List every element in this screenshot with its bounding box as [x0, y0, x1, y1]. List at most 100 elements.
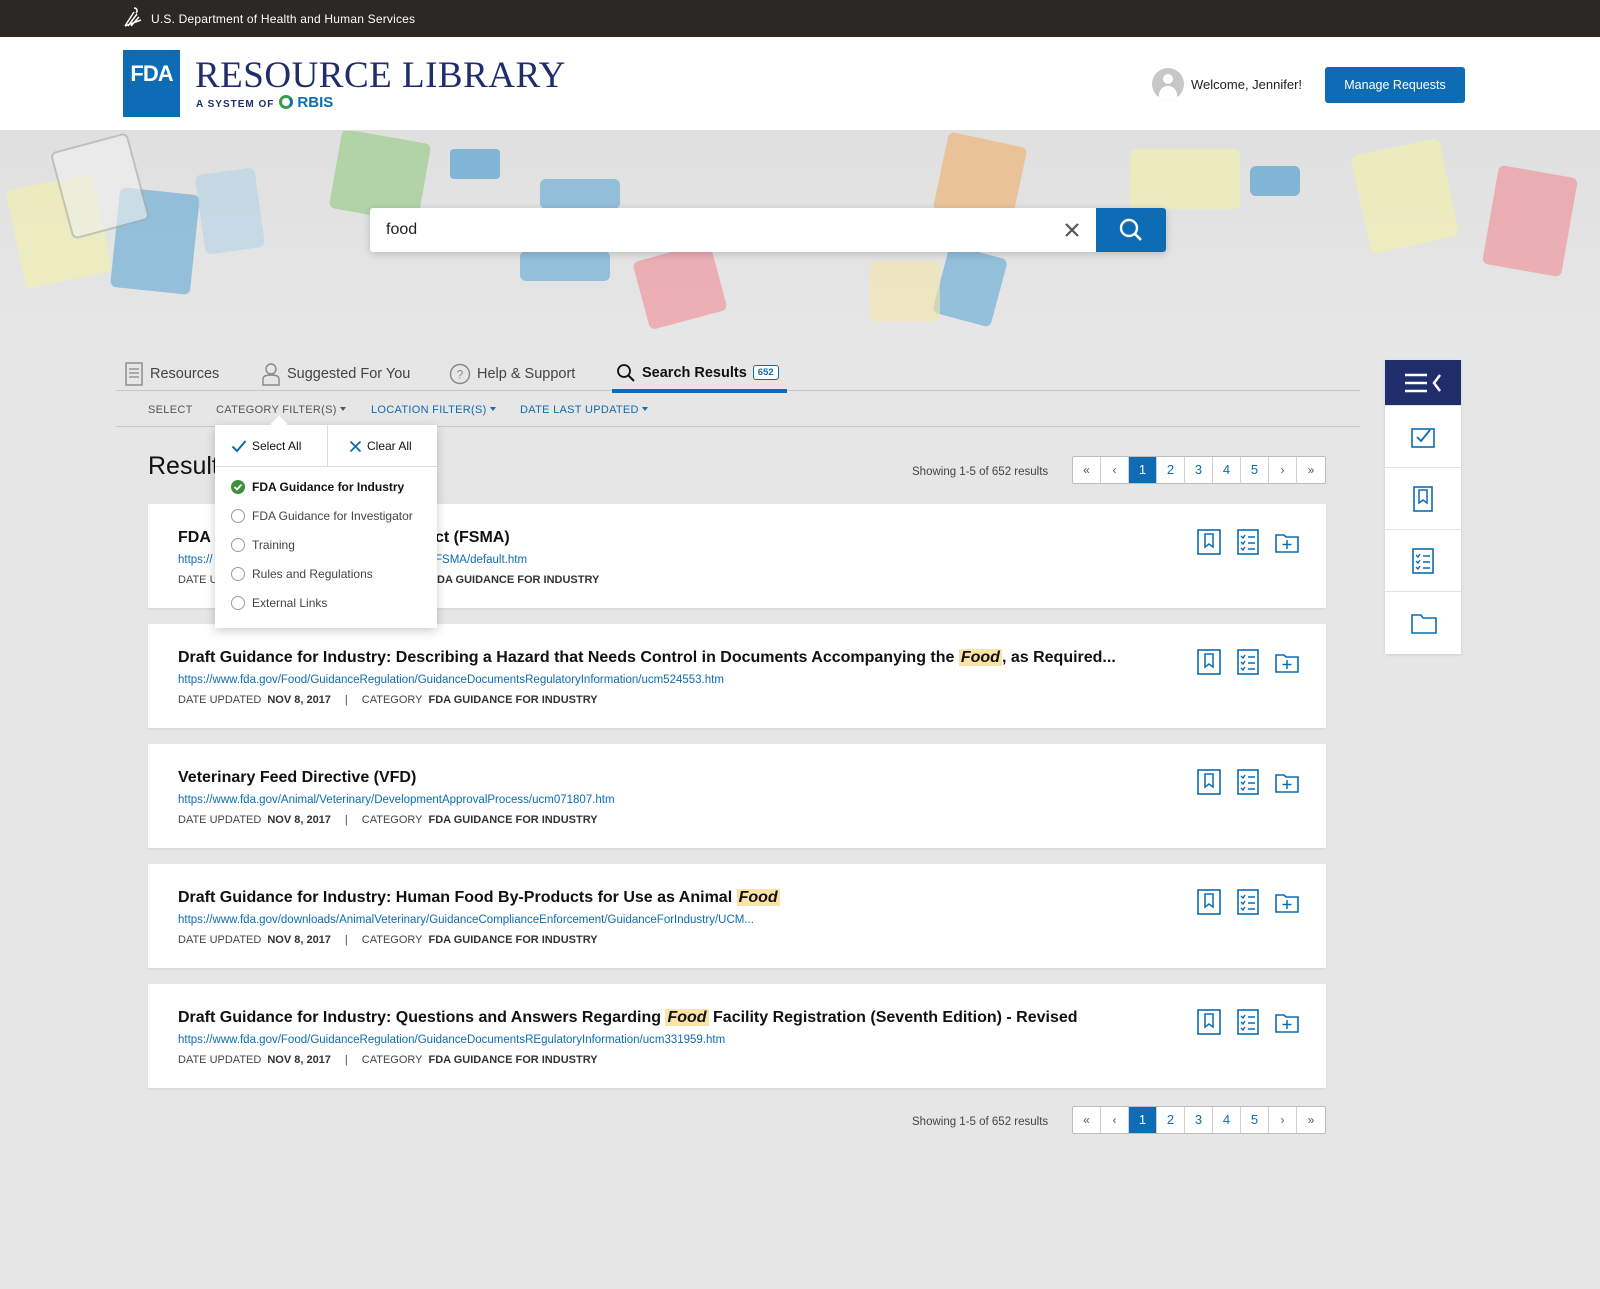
category-option-fda-guidance-investigator[interactable]: FDA Guidance for Investigator	[231, 509, 413, 523]
result-category: DA GUIDANCE FOR INDUSTRY	[437, 574, 600, 586]
option-label: External Links	[252, 596, 328, 610]
option-label: Rules and Regulations	[252, 567, 373, 581]
result-title[interactable]: FDA	[178, 529, 211, 547]
clear-search-icon[interactable]	[1060, 218, 1084, 242]
next-page-button[interactable]: ›	[1269, 457, 1297, 483]
side-checklist-doc-button[interactable]	[1385, 529, 1461, 591]
prev-page-button[interactable]: ‹	[1101, 1107, 1129, 1133]
checklist-icon[interactable]	[1235, 888, 1261, 916]
page-button[interactable]: 4	[1213, 457, 1241, 483]
result-title[interactable]: Veterinary Feed Directive (VFD)	[178, 769, 416, 787]
next-page-button[interactable]: ›	[1269, 1107, 1297, 1133]
category-option-external-links[interactable]: External Links	[231, 596, 327, 610]
result-actions	[1196, 888, 1313, 916]
bookmark-icon[interactable]	[1196, 768, 1222, 796]
tab-search-results[interactable]: Search Results 652	[612, 356, 787, 393]
clear-all-button[interactable]: Clear All	[349, 439, 412, 453]
last-page-button[interactable]: »	[1297, 457, 1325, 483]
checklist-icon[interactable]	[1235, 768, 1261, 796]
gov-bar-text: U.S. Department of Health and Human Serv…	[151, 12, 416, 26]
prev-page-button[interactable]: ‹	[1101, 457, 1129, 483]
tab-suggested-for-you[interactable]: Suggested For You	[261, 356, 410, 391]
user-icon	[262, 362, 280, 386]
result-url[interactable]: https://www.fda.gov/Food/GuidanceRegulat…	[178, 1034, 725, 1046]
result-title[interactable]: Draft Guidance for Industry: Human Food …	[178, 889, 780, 907]
search-button[interactable]	[1096, 208, 1166, 252]
decorative-video-icon	[1250, 166, 1300, 196]
page-button[interactable]: 4	[1213, 1107, 1241, 1133]
category-option-training[interactable]: Training	[231, 538, 295, 552]
result-card: Veterinary Feed Directive (VFD) https://…	[148, 744, 1326, 848]
fda-logo[interactable]: FDA	[123, 50, 180, 117]
result-title[interactable]: Draft Guidance for Industry: Describing …	[178, 649, 1116, 667]
add-to-folder-icon[interactable]	[1274, 1008, 1300, 1036]
add-to-folder-icon[interactable]	[1274, 648, 1300, 676]
result-url[interactable]: https://www.fda.gov/Food/GuidanceRegulat…	[178, 674, 724, 686]
page-button[interactable]: 2	[1157, 457, 1185, 483]
result-title[interactable]: Draft Guidance for Industry: Questions a…	[178, 1009, 1078, 1027]
first-page-button[interactable]: «	[1073, 1107, 1101, 1133]
checkbox-icon	[231, 538, 245, 552]
welcome-text: Welcome, Jennifer!	[1191, 77, 1303, 92]
location-filter-toggle[interactable]: LOCATION FILTER(S)	[371, 404, 496, 416]
checkbox-icon	[231, 509, 245, 523]
tab-label: Suggested For You	[287, 365, 411, 382]
decorative-folder-icon	[870, 261, 940, 321]
tab-resources[interactable]: Resources	[124, 356, 219, 391]
category-filter-toggle[interactable]: CATEGORY FILTER(S)	[216, 404, 346, 416]
search-input[interactable]	[386, 208, 1026, 252]
side-toolbar	[1385, 360, 1461, 654]
side-bookmark-button[interactable]	[1385, 467, 1461, 529]
date-filter-toggle[interactable]: DATE LAST UPDATED	[520, 404, 648, 416]
add-to-folder-icon[interactable]	[1274, 528, 1300, 556]
result-actions	[1196, 528, 1313, 556]
help-icon: ?	[449, 363, 471, 384]
search-icon	[1119, 218, 1142, 241]
site-title[interactable]: RESOURCE LIBRARY	[195, 54, 566, 97]
option-label: FDA Guidance for Industry	[252, 480, 405, 494]
result-url[interactable]: https://www.fda.gov/downloads/AnimalVete…	[178, 914, 754, 926]
side-checklist-button[interactable]	[1385, 405, 1461, 467]
add-to-folder-icon[interactable]	[1274, 888, 1300, 916]
page-button[interactable]: 5	[1241, 1107, 1269, 1133]
folder-icon	[1411, 614, 1437, 634]
select-all-button[interactable]: Select All	[231, 439, 301, 453]
tab-label: Resources	[150, 365, 220, 382]
checklist-icon[interactable]	[1235, 1008, 1261, 1036]
select-filter[interactable]: SELECT	[148, 404, 193, 416]
result-title[interactable]: ct (FSMA)	[435, 529, 510, 547]
page-button[interactable]: 3	[1185, 457, 1213, 483]
dropdown-header: Select All Clear All	[215, 425, 437, 467]
tab-help-support[interactable]: ? Help & Support	[449, 356, 575, 391]
filter-label: CATEGORY FILTER(S)	[216, 404, 337, 416]
result-url[interactable]: FSMA/default.htm	[435, 554, 527, 566]
page-button[interactable]: 3	[1185, 1107, 1213, 1133]
result-url[interactable]: https://	[178, 554, 213, 566]
page-button[interactable]: 1	[1129, 457, 1157, 483]
bookmark-icon[interactable]	[1196, 888, 1222, 916]
option-label: Training	[252, 538, 295, 552]
checklist-icon[interactable]	[1235, 528, 1261, 556]
first-page-button[interactable]: «	[1073, 457, 1101, 483]
bookmark-icon[interactable]	[1196, 528, 1222, 556]
manage-requests-button[interactable]: Manage Requests	[1325, 67, 1465, 103]
search-bar	[370, 208, 1166, 252]
page-button[interactable]: 1	[1129, 1107, 1157, 1133]
user-avatar[interactable]	[1152, 68, 1184, 100]
decorative-book-icon	[1481, 164, 1579, 278]
page-button[interactable]: 2	[1157, 1107, 1185, 1133]
result-url[interactable]: https://www.fda.gov/Animal/Veterinary/De…	[178, 794, 615, 806]
side-folder-button[interactable]	[1385, 591, 1461, 653]
checklist-icon[interactable]	[1235, 648, 1261, 676]
page-button[interactable]: 5	[1241, 457, 1269, 483]
last-page-button[interactable]: »	[1297, 1107, 1325, 1133]
bookmark-icon[interactable]	[1196, 648, 1222, 676]
collapse-menu-button[interactable]	[1385, 360, 1461, 405]
document-icon	[125, 361, 143, 386]
category-option-rules-regulations[interactable]: Rules and Regulations	[231, 567, 373, 581]
result-date-label: DATE U	[178, 574, 218, 586]
category-option-fda-guidance-industry[interactable]: FDA Guidance for Industry	[231, 480, 404, 494]
filter-label: LOCATION FILTER(S)	[371, 404, 487, 416]
bookmark-icon[interactable]	[1196, 1008, 1222, 1036]
add-to-folder-icon[interactable]	[1274, 768, 1300, 796]
